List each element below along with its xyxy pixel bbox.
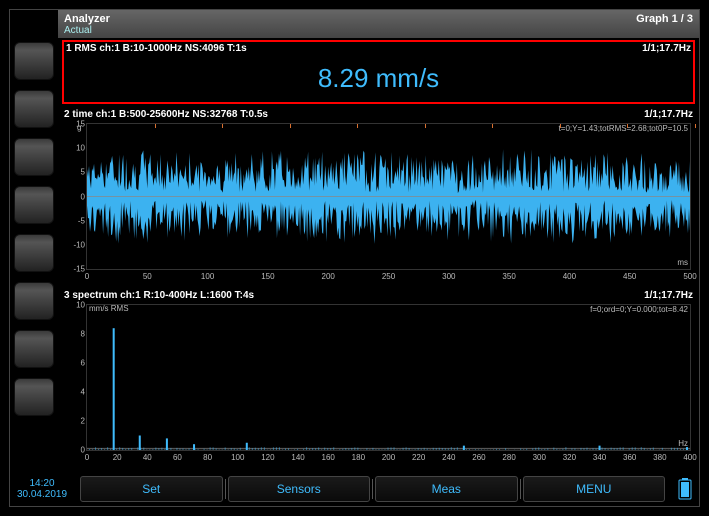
spectrum-x-tick: 320 xyxy=(563,453,576,462)
spectrum-info: f=0;ord=0;Y=0.000;tot=8.42 xyxy=(590,305,688,314)
clock-time: 14:20 xyxy=(29,478,54,489)
title-bar: Analyzer Graph 1 / 3 Actual xyxy=(58,10,699,38)
clock: 14:20 30.04.2019 xyxy=(10,472,74,506)
spectrum-x-tick: 180 xyxy=(352,453,365,462)
set-button[interactable]: Set xyxy=(80,476,223,502)
time-x-tick: 450 xyxy=(623,272,636,281)
spectrum-x-tick: 140 xyxy=(291,453,304,462)
time-y-tick: 0 xyxy=(69,192,85,201)
spectrum-x-tick: 240 xyxy=(442,453,455,462)
spectrum-x-tick: 380 xyxy=(653,453,666,462)
spectrum-x-tick: 260 xyxy=(472,453,485,462)
app-subtitle: Actual xyxy=(64,25,693,36)
trigger-mark xyxy=(695,124,696,128)
time-x-tick: 100 xyxy=(201,272,214,281)
spectrum-x-tick: 120 xyxy=(261,453,274,462)
spectrum-plot[interactable]: mm/s RMS f=0;ord=0;Y=0.000;tot=8.42 Hz 1… xyxy=(86,304,691,451)
spectrum-x-unit: Hz xyxy=(678,439,688,448)
spectrum-x-tick: 40 xyxy=(143,453,152,462)
time-y-tick: -5 xyxy=(69,216,85,225)
rms-header-left: 1 RMS ch:1 B:10-1000Hz NS:4096 T:1s xyxy=(66,43,247,54)
spectrum-y-tick: 8 xyxy=(69,330,85,339)
spectrum-x-tick: 80 xyxy=(203,453,212,462)
button-row: Set Sensors Meas MENU xyxy=(74,472,671,506)
spectrum-x-tick: 60 xyxy=(173,453,182,462)
time-x-tick: 50 xyxy=(143,272,152,281)
spectrum-y-tick: 4 xyxy=(69,388,85,397)
time-y-tick: -10 xyxy=(69,240,85,249)
spectrum-x-tick: 340 xyxy=(593,453,606,462)
time-x-unit: ms xyxy=(677,258,688,267)
time-y-tick: 10 xyxy=(69,144,85,153)
rms-value: 8.29 mm/s xyxy=(64,55,693,102)
trigger-mark xyxy=(560,124,561,128)
trigger-mark xyxy=(155,124,156,128)
time-x-tick: 0 xyxy=(85,272,89,281)
trigger-mark xyxy=(425,124,426,128)
trigger-mark xyxy=(627,124,628,128)
time-panel[interactable]: 2 time ch:1 B:500-25600Hz NS:32768 T:0.5… xyxy=(62,108,695,285)
sidebar-button-1[interactable] xyxy=(14,42,54,80)
spectrum-x-tick: 0 xyxy=(85,453,89,462)
time-header-left: 2 time ch:1 B:500-25600Hz NS:32768 T:0.5… xyxy=(64,109,268,120)
spectrum-x-tick: 20 xyxy=(113,453,122,462)
trigger-mark xyxy=(222,124,223,128)
spectrum-x-tick: 200 xyxy=(382,453,395,462)
battery-icon xyxy=(671,472,699,506)
rms-panel[interactable]: 1 RMS ch:1 B:10-1000Hz NS:4096 T:1s 1/1;… xyxy=(62,40,695,104)
time-y-tick: 5 xyxy=(69,168,85,177)
time-info: t=0;Y=1.43;totRMS=2.68;tot0P=10.5 xyxy=(559,124,688,133)
spectrum-bars xyxy=(87,305,690,450)
rms-header-right: 1/1;17.7Hz xyxy=(642,43,691,54)
spectrum-y-tick: 10 xyxy=(69,301,85,310)
spectrum-header-right: 1/1;17.7Hz xyxy=(644,290,693,301)
time-x-tick: 150 xyxy=(261,272,274,281)
time-x-tick: 250 xyxy=(382,272,395,281)
bottom-bar: 14:20 30.04.2019 Set Sensors Meas MENU xyxy=(10,472,699,506)
time-header-right: 1/1;17.7Hz xyxy=(644,109,693,120)
time-x-tick: 200 xyxy=(322,272,335,281)
spectrum-x-tick: 160 xyxy=(322,453,335,462)
sidebar-button-5[interactable] xyxy=(14,234,54,272)
left-sidebar xyxy=(10,38,58,472)
menu-button[interactable]: MENU xyxy=(523,476,666,502)
spectrum-y-tick: 0 xyxy=(69,446,85,455)
time-plot[interactable]: g t=0;Y=1.43;totRMS=2.68;tot0P=10.5 ms 1… xyxy=(86,123,691,270)
time-x-tick: 400 xyxy=(563,272,576,281)
spectrum-header-left: 3 spectrum ch:1 R:10-400Hz L:1600 T:4s xyxy=(64,290,254,301)
sidebar-button-4[interactable] xyxy=(14,186,54,224)
spectrum-x-tick: 100 xyxy=(231,453,244,462)
time-x-tick: 350 xyxy=(502,272,515,281)
trigger-mark xyxy=(492,124,493,128)
sidebar-button-6[interactable] xyxy=(14,282,54,320)
spectrum-y-tick: 2 xyxy=(69,417,85,426)
content-area: 1 RMS ch:1 B:10-1000Hz NS:4096 T:1s 1/1;… xyxy=(58,38,699,472)
spectrum-panel[interactable]: 3 spectrum ch:1 R:10-400Hz L:1600 T:4s 1… xyxy=(62,289,695,466)
clock-date: 30.04.2019 xyxy=(17,489,67,500)
time-waveform xyxy=(87,124,690,269)
app-title: Analyzer xyxy=(64,13,110,25)
spectrum-y-tick: 6 xyxy=(69,359,85,368)
sidebar-button-2[interactable] xyxy=(14,90,54,128)
trigger-mark xyxy=(290,124,291,128)
trigger-mark xyxy=(357,124,358,128)
time-x-tick: 300 xyxy=(442,272,455,281)
time-y-tick: -15 xyxy=(69,265,85,274)
spectrum-x-tick: 300 xyxy=(533,453,546,462)
sidebar-button-7[interactable] xyxy=(14,330,54,368)
time-y-tick: 15 xyxy=(69,120,85,129)
sidebar-button-8[interactable] xyxy=(14,378,54,416)
spectrum-x-tick: 360 xyxy=(623,453,636,462)
sensors-button[interactable]: Sensors xyxy=(228,476,371,502)
sidebar-button-3[interactable] xyxy=(14,138,54,176)
spectrum-x-tick: 220 xyxy=(412,453,425,462)
spectrum-y-unit: mm/s RMS xyxy=(89,304,129,313)
time-x-tick: 500 xyxy=(683,272,696,281)
meas-button[interactable]: Meas xyxy=(375,476,518,502)
graph-counter: Graph 1 / 3 xyxy=(636,13,693,25)
spectrum-x-tick: 400 xyxy=(683,453,696,462)
spectrum-x-tick: 280 xyxy=(502,453,515,462)
